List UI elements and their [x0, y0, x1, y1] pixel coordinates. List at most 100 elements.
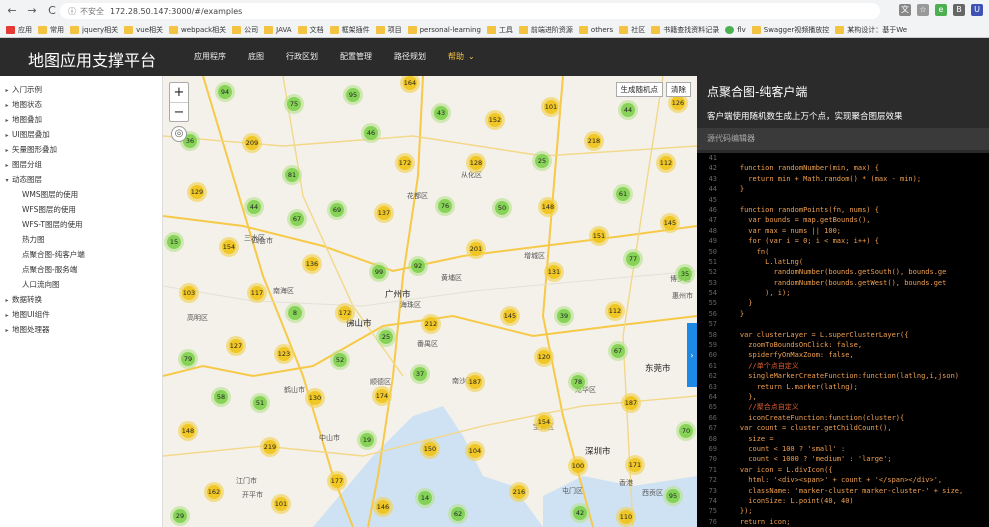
- tree-item[interactable]: ▸ 地图叠加: [0, 112, 162, 127]
- cluster-marker[interactable]: 172: [395, 153, 415, 173]
- nav-item[interactable]: 行政区划: [275, 38, 329, 76]
- cluster-marker[interactable]: 201: [466, 239, 486, 259]
- info-icon[interactable]: ⓘ: [68, 6, 76, 17]
- caret-right-icon[interactable]: ▸: [2, 143, 12, 158]
- tree-item[interactable]: WMS图层的使用: [0, 187, 162, 202]
- cluster-marker[interactable]: 127: [226, 336, 246, 356]
- tree-item[interactable]: ▸ 入门示例: [0, 82, 162, 97]
- cluster-marker[interactable]: 69: [327, 200, 347, 220]
- cluster-marker[interactable]: 101: [541, 97, 561, 117]
- cluster-marker[interactable]: 216: [509, 482, 529, 502]
- cluster-marker[interactable]: 219: [260, 437, 280, 457]
- back-icon[interactable]: ←: [4, 3, 20, 19]
- cluster-marker[interactable]: 148: [538, 197, 558, 217]
- extension-icon[interactable]: B: [953, 4, 965, 16]
- bookmark-item[interactable]: JAVA: [264, 26, 292, 34]
- nav-item[interactable]: 应用程序: [183, 38, 237, 76]
- cluster-marker[interactable]: 209: [242, 133, 262, 153]
- tree-item[interactable]: ▸ 矢量图形叠加: [0, 142, 162, 157]
- cluster-marker[interactable]: 70: [676, 421, 696, 441]
- cluster-marker[interactable]: 62: [448, 504, 468, 524]
- cluster-marker[interactable]: 81: [282, 165, 302, 185]
- cluster-marker[interactable]: 46: [361, 123, 381, 143]
- nav-item[interactable]: 底图: [237, 38, 275, 76]
- cluster-marker[interactable]: 15: [164, 232, 184, 252]
- code-editor[interactable]: 41 42 function randomNumber(min, max) {43…: [697, 153, 989, 527]
- bookmark-item[interactable]: 文档: [297, 25, 324, 35]
- bookmark-item[interactable]: 项目: [375, 25, 402, 35]
- cluster-marker[interactable]: 77: [623, 249, 643, 269]
- cluster-marker[interactable]: 92: [408, 256, 428, 276]
- tree-item[interactable]: 点聚合图-服务端: [0, 262, 162, 277]
- bookmark-item[interactable]: vue相关: [124, 25, 163, 35]
- cluster-marker[interactable]: 145: [660, 213, 680, 233]
- extension-icon[interactable]: e: [935, 4, 947, 16]
- cluster-marker[interactable]: 58: [211, 387, 231, 407]
- cluster-marker[interactable]: 128: [466, 153, 486, 173]
- cluster-marker[interactable]: 154: [219, 237, 239, 257]
- caret-right-icon[interactable]: ▸: [2, 323, 12, 338]
- cluster-marker[interactable]: 25: [376, 327, 396, 347]
- generate-random-button[interactable]: 生成随机点: [615, 82, 663, 97]
- cluster-marker[interactable]: 104: [465, 441, 485, 461]
- cluster-marker[interactable]: 150: [420, 439, 440, 459]
- cluster-marker[interactable]: 78: [568, 372, 588, 392]
- caret-right-icon[interactable]: ▸: [2, 128, 12, 143]
- cluster-marker[interactable]: 174: [372, 386, 392, 406]
- cluster-marker[interactable]: 151: [589, 226, 609, 246]
- nav-item[interactable]: 帮助 ⌄: [437, 38, 486, 76]
- cluster-marker[interactable]: 35: [675, 264, 695, 284]
- cluster-marker[interactable]: 152: [485, 110, 505, 130]
- reload-icon[interactable]: C: [44, 3, 60, 19]
- tree-item[interactable]: ▸ 数据转换: [0, 292, 162, 307]
- cluster-marker[interactable]: 67: [287, 209, 307, 229]
- tree-item[interactable]: 点聚合图-纯客户端: [0, 247, 162, 262]
- bookmark-item[interactable]: 公司: [232, 25, 258, 35]
- caret-down-icon[interactable]: ▾: [2, 173, 12, 188]
- caret-right-icon[interactable]: ▸: [2, 158, 12, 173]
- caret-right-icon[interactable]: ▸: [2, 83, 12, 98]
- cluster-marker[interactable]: 218: [584, 131, 604, 151]
- tree-item[interactable]: ▸ 地图处理器: [0, 322, 162, 337]
- cluster-marker[interactable]: 95: [663, 486, 683, 506]
- star-icon[interactable]: ☆: [917, 4, 929, 16]
- cluster-marker[interactable]: 94: [215, 82, 235, 102]
- cluster-marker[interactable]: 99: [369, 262, 389, 282]
- cluster-marker[interactable]: 162: [204, 482, 224, 502]
- locate-icon[interactable]: ◎: [171, 126, 187, 142]
- map-view[interactable]: 广州市 佛山市 东莞市 深圳市 花都区 黄埔区 增城区 番禺区 南沙区 顺德区 海珠区 南海区 高明区三…: [163, 76, 697, 527]
- cluster-marker[interactable]: 129: [187, 182, 207, 202]
- cluster-marker[interactable]: 103: [179, 283, 199, 303]
- cluster-marker[interactable]: 95: [343, 85, 363, 105]
- cluster-marker[interactable]: 76: [435, 196, 455, 216]
- bookmark-item[interactable]: webpack相关: [169, 25, 226, 35]
- caret-right-icon[interactable]: ▸: [2, 113, 12, 128]
- bookmark-item[interactable]: personal-learning: [407, 26, 481, 34]
- cluster-marker[interactable]: 131: [544, 262, 564, 282]
- cluster-marker[interactable]: 44: [618, 100, 638, 120]
- cluster-marker[interactable]: 43: [431, 103, 451, 123]
- cluster-marker[interactable]: 14: [415, 488, 435, 508]
- cluster-marker[interactable]: 61: [613, 184, 633, 204]
- zoom-out-button[interactable]: −: [170, 102, 188, 121]
- tree-item[interactable]: WFS图层的使用: [0, 202, 162, 217]
- cluster-marker[interactable]: 42: [570, 503, 590, 523]
- cluster-marker[interactable]: 154: [534, 412, 554, 432]
- cluster-marker[interactable]: 112: [605, 301, 625, 321]
- cluster-marker[interactable]: 145: [500, 306, 520, 326]
- cluster-marker[interactable]: 8: [285, 303, 305, 323]
- bookmark-item[interactable]: others: [578, 26, 613, 34]
- cluster-marker[interactable]: 110: [616, 507, 636, 527]
- cluster-marker[interactable]: 19: [357, 430, 377, 450]
- tree-item[interactable]: ▸ 地图UI组件: [0, 307, 162, 322]
- tree-item[interactable]: ▾ 动态图层: [0, 172, 162, 187]
- caret-right-icon[interactable]: ▸: [2, 98, 12, 113]
- cluster-marker[interactable]: 112: [656, 153, 676, 173]
- tree-item[interactable]: 人口流向图: [0, 277, 162, 292]
- cluster-marker[interactable]: 146: [373, 497, 393, 517]
- bookmark-item[interactable]: jquery相关: [70, 25, 118, 35]
- bookmark-item[interactable]: 应用: [6, 25, 32, 35]
- cluster-marker[interactable]: 67: [608, 341, 628, 361]
- cluster-marker[interactable]: 29: [170, 506, 190, 526]
- bookmark-item[interactable]: flv: [725, 26, 746, 34]
